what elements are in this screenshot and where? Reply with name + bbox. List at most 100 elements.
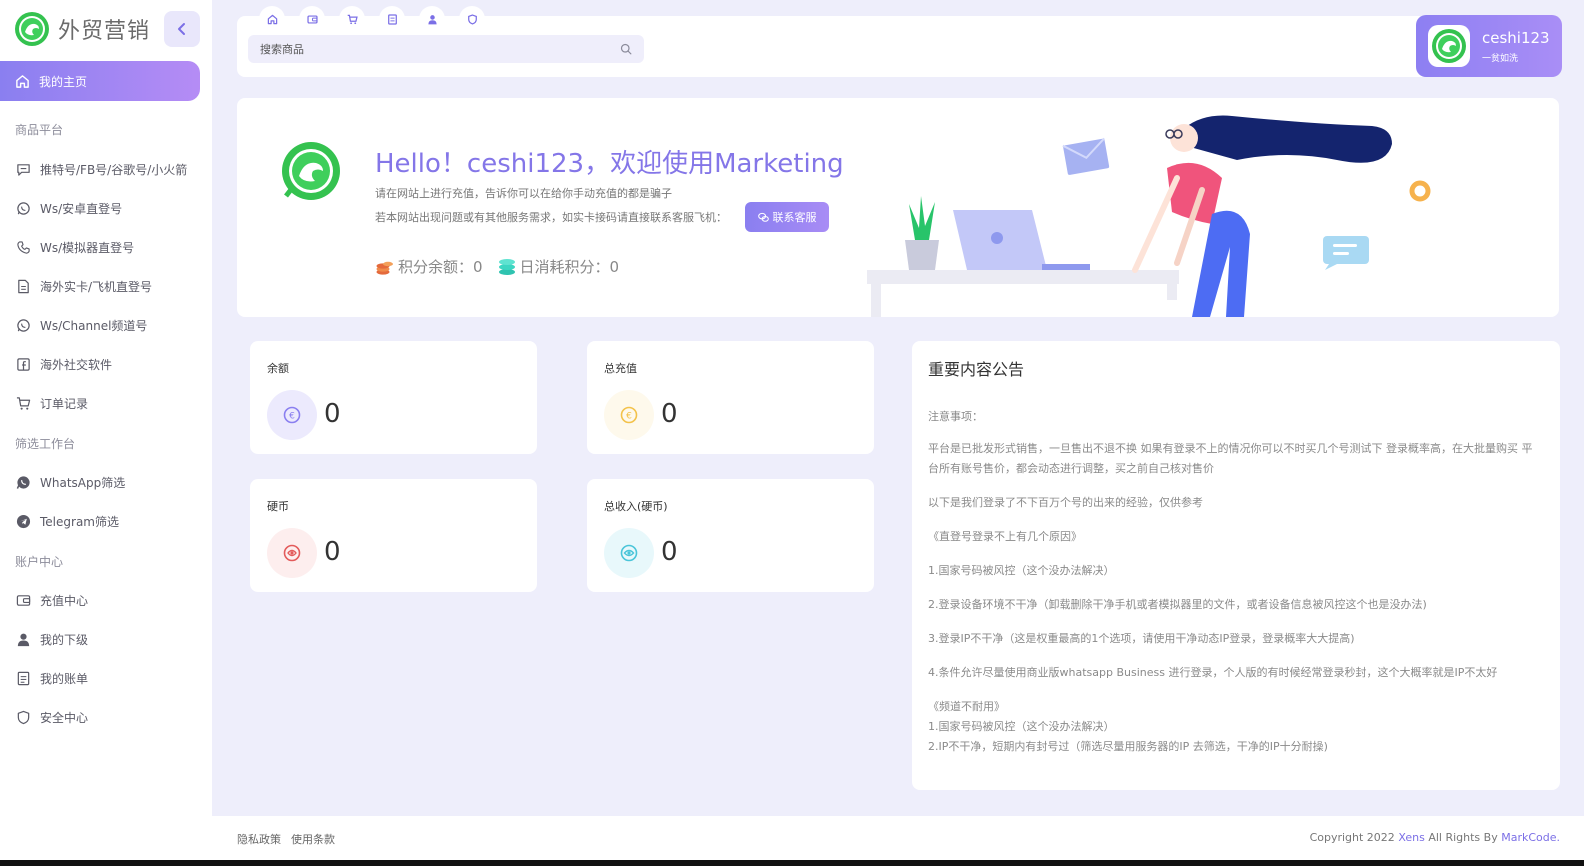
points-balance: 积分余额：0 bbox=[375, 256, 483, 277]
welcome-illustration bbox=[867, 115, 1431, 317]
eye-icon bbox=[604, 528, 654, 578]
sidebar-item-label: 安全中心 bbox=[40, 710, 89, 725]
brand-logo-icon bbox=[15, 12, 49, 46]
announcement-line: 平台是已批发形式销售，一旦售出不退不换 如果有登录不上的情况你可以不时买几个号测… bbox=[928, 442, 1533, 475]
stat-label: 余额 bbox=[267, 362, 289, 375]
sidebar-item-label: 推特号/FB号/谷歌号/小火箭 bbox=[40, 162, 188, 177]
sidebar-item-ws-channel[interactable]: Ws/Channel频道号 bbox=[15, 314, 200, 336]
search-input[interactable] bbox=[260, 42, 620, 56]
wallet-icon bbox=[306, 14, 318, 24]
stat-label: 总充值 bbox=[604, 362, 637, 375]
user-name: ceshi123 bbox=[1482, 28, 1550, 47]
quick-wallet-button[interactable] bbox=[299, 6, 325, 32]
sidebar-item-whatsapp-filter[interactable]: WhatsApp筛选 bbox=[15, 471, 200, 493]
announcement-panel: 重要内容公告 注意事项： 平台是已批发形式销售，一旦售出不退不换 如果有登录不上… bbox=[912, 341, 1560, 790]
user-icon bbox=[427, 14, 437, 24]
cart-icon bbox=[15, 395, 31, 411]
sidebar-item-overseas-sim[interactable]: 海外实卡/飞机直登号 bbox=[15, 275, 200, 297]
copyright: Copyright 2022 Xens All Rights By MarkCo… bbox=[1310, 831, 1560, 844]
sidebar-item-security[interactable]: 安全中心 bbox=[15, 706, 200, 728]
sidebar-item-label: 我的主页 bbox=[39, 74, 88, 89]
welcome-banner: Hello！ceshi123，欢迎使用Marketing 请在网站上进行充值，告… bbox=[237, 98, 1559, 317]
home-icon bbox=[267, 14, 277, 24]
euro-coin-icon: € bbox=[604, 390, 654, 440]
contact-support-label: 联系客服 bbox=[772, 212, 817, 224]
sidebar-item-social-accounts[interactable]: 推特号/FB号/谷歌号/小火箭 bbox=[15, 158, 200, 180]
welcome-title: Hello！ceshi123，欢迎使用Marketing bbox=[375, 149, 844, 179]
announcement-line: 以下是我们登录了不下百万个号的出来的经验，仅供参考 bbox=[928, 496, 1203, 509]
announcement-line: 2.IP不干净，短期内有封号过（筛选尽量用服务器的IP 去筛选，干净的IP十分耐… bbox=[928, 740, 1328, 753]
points-summary: 积分余额：0 日消耗积分：0 bbox=[375, 256, 633, 277]
shield-icon bbox=[15, 709, 31, 725]
daily-consumption: 日消耗积分：0 bbox=[497, 256, 619, 277]
brand[interactable]: 外贸营销 bbox=[14, 11, 150, 47]
search-box bbox=[248, 35, 644, 63]
copyright-author-link[interactable]: MarkCode. bbox=[1501, 831, 1560, 844]
copyright-mid: All Rights By bbox=[1428, 831, 1498, 844]
telegram-icon bbox=[15, 513, 31, 529]
user-tag: 一贫如洗 bbox=[1482, 53, 1519, 64]
document-icon bbox=[15, 278, 31, 294]
welcome-notice-line1: 请在网站上进行充值，告诉你可以在给你手动充值的都是骗子 bbox=[375, 187, 672, 200]
sidebar-item-label: Ws/Channel频道号 bbox=[40, 318, 148, 333]
copyright-prefix: Copyright 2022 bbox=[1309, 831, 1395, 844]
privacy-policy-link[interactable]: 隐私政策 bbox=[237, 831, 281, 847]
sidebar-item-bills[interactable]: 我的账单 bbox=[15, 667, 200, 689]
sidebar-section-filter: 筛选工作台 bbox=[15, 437, 76, 451]
user-info: ceshi123 一贫如洗 bbox=[1482, 29, 1550, 64]
quick-icons bbox=[259, 6, 499, 32]
sidebar-item-ws-emulator[interactable]: Ws/模拟器直登号 bbox=[15, 236, 200, 258]
contact-support-button[interactable]: 联系客服 bbox=[745, 202, 829, 232]
coins-stack-icon bbox=[376, 261, 393, 275]
shield-icon bbox=[467, 13, 477, 25]
bill-icon bbox=[15, 670, 31, 686]
announcement-line bbox=[928, 513, 1540, 527]
quick-home-button[interactable] bbox=[259, 6, 285, 32]
terms-of-use-link[interactable]: 使用条款 bbox=[291, 831, 335, 847]
whatsapp-icon bbox=[15, 474, 31, 490]
sidebar-item-label: Ws/模拟器直登号 bbox=[40, 240, 135, 255]
stat-value: 0 bbox=[324, 399, 341, 429]
copyright-brand-link[interactable]: Xens bbox=[1398, 831, 1425, 844]
announcement-line: 1.国家号码被风控（这个没办法解决） bbox=[928, 720, 1115, 733]
welcome-notice-line2: 若本网站出现问题或有其他服务需求，如实卡接码请直接联系客服飞机： bbox=[375, 211, 727, 224]
facebook-icon bbox=[15, 356, 31, 372]
sidebar-item-label: 海外社交软件 bbox=[40, 357, 113, 372]
sidebar: 外贸营销 我的主页 商品平台 推特号/FB号/谷歌号/小火箭 Ws/安卓直登号 … bbox=[0, 0, 212, 860]
whatsapp-icon bbox=[15, 317, 31, 333]
sidebar-item-recharge[interactable]: 充值中心 bbox=[15, 589, 200, 611]
sidebar-item-label: 订单记录 bbox=[40, 396, 89, 411]
announcement-line bbox=[928, 581, 1540, 595]
svg-text:€: € bbox=[626, 412, 632, 422]
avatar bbox=[1428, 25, 1470, 67]
sidebar-item-ws-android[interactable]: Ws/安卓直登号 bbox=[15, 197, 200, 219]
sidebar-item-social-software[interactable]: 海外社交软件 bbox=[15, 353, 200, 375]
top-bar bbox=[237, 6, 1559, 77]
sidebar-item-subordinates[interactable]: 我的下级 bbox=[15, 628, 200, 650]
sidebar-item-label: WhatsApp筛选 bbox=[40, 475, 126, 490]
announcement-line: 2.登录设备环境不干净（卸载删除干净手机或者模拟器里的文件，或者设备信息被风控这… bbox=[928, 598, 1427, 611]
quick-security-button[interactable] bbox=[459, 6, 485, 32]
quick-user-button[interactable] bbox=[419, 6, 445, 32]
quick-bill-button[interactable] bbox=[379, 6, 405, 32]
search-icon[interactable] bbox=[620, 43, 632, 55]
sidebar-item-label: 充值中心 bbox=[40, 593, 89, 608]
sidebar-item-telegram-filter[interactable]: Telegram筛选 bbox=[15, 510, 200, 532]
collapse-sidebar-button[interactable] bbox=[164, 11, 200, 47]
sidebar-item-home[interactable]: 我的主页 bbox=[0, 61, 200, 101]
stat-value: 0 bbox=[661, 537, 678, 567]
brand-name: 外贸营销 bbox=[58, 19, 151, 44]
user-icon bbox=[15, 631, 31, 647]
wallet-icon bbox=[15, 592, 31, 608]
chat-bubble-icon bbox=[15, 161, 31, 177]
user-profile-card[interactable]: ceshi123 一贫如洗 bbox=[1416, 15, 1562, 77]
announcement-line: 《频道不耐用》 bbox=[928, 700, 1005, 713]
stat-label: 硬币 bbox=[267, 500, 289, 513]
chat-icon bbox=[757, 212, 769, 222]
quick-cart-button[interactable] bbox=[339, 6, 365, 32]
euro-icon: € bbox=[267, 390, 317, 440]
footer: 隐私政策 使用条款 Copyright 2022 Xens All Rights… bbox=[212, 816, 1584, 860]
sidebar-item-label: Telegram筛选 bbox=[40, 514, 119, 529]
database-stack-icon bbox=[498, 258, 515, 275]
sidebar-item-orders[interactable]: 订单记录 bbox=[15, 392, 200, 414]
